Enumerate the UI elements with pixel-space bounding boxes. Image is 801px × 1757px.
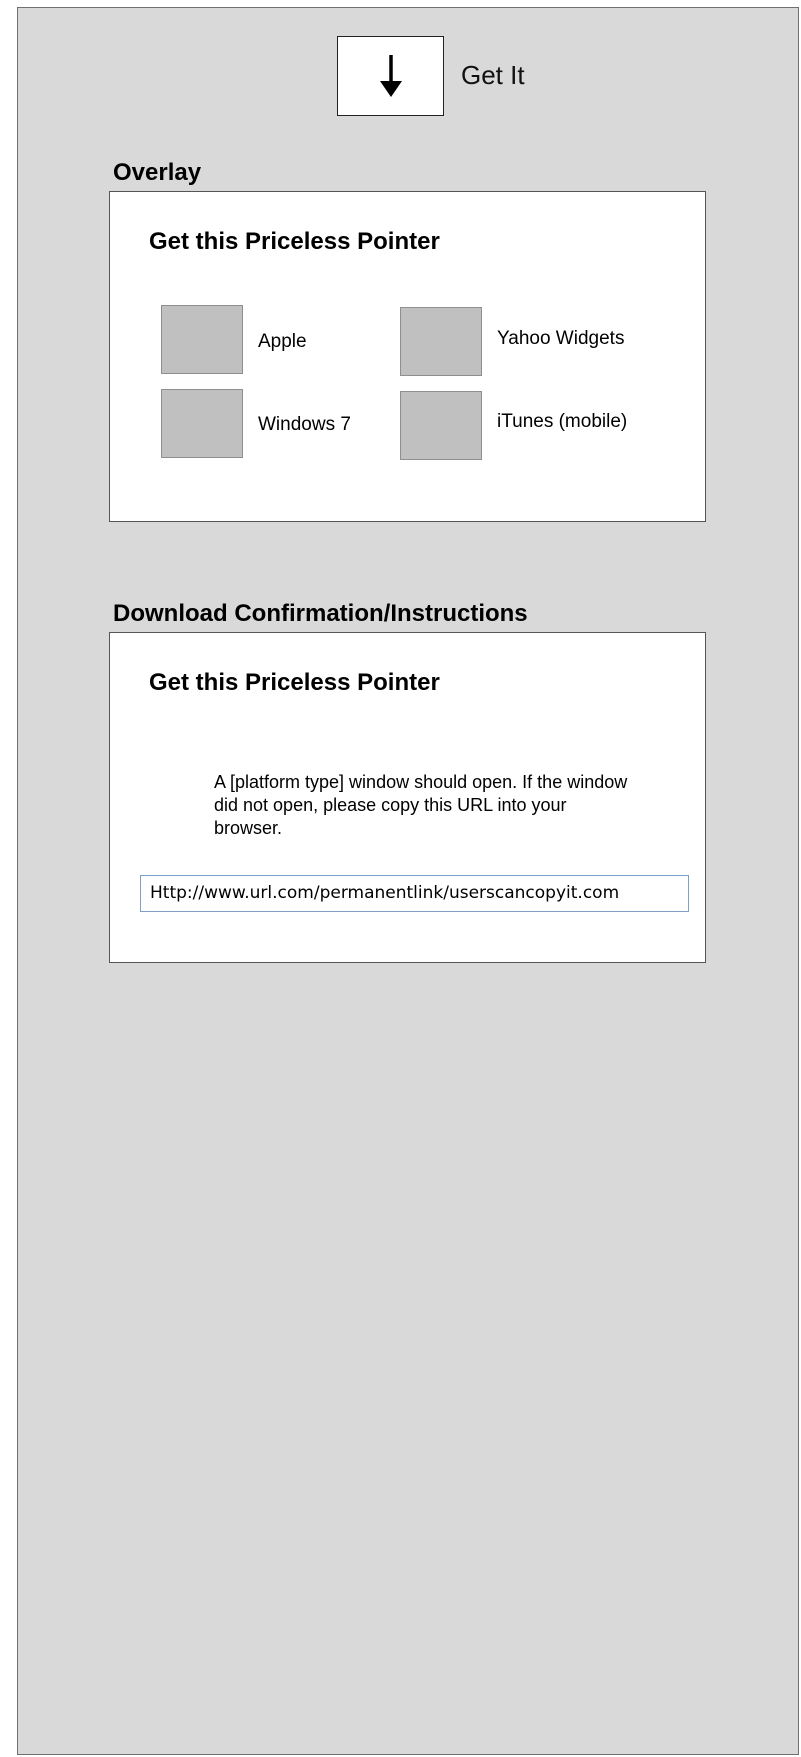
- windows-7-option-label[interactable]: Windows 7: [258, 414, 351, 436]
- get-it-button[interactable]: [337, 36, 444, 116]
- get-it-label[interactable]: Get It: [461, 60, 525, 91]
- wireframe-canvas: Get It Overlay Get this Priceless Pointe…: [17, 7, 799, 1755]
- confirmation-heading: Get this Priceless Pointer: [149, 669, 440, 696]
- url-field[interactable]: Http://www.url.com/permanentlink/usersca…: [140, 875, 689, 912]
- down-arrow-icon: [379, 55, 402, 97]
- overlay-heading: Get this Priceless Pointer: [149, 228, 440, 255]
- yahoo-widgets-thumbnail[interactable]: [400, 307, 482, 376]
- apple-thumbnail[interactable]: [161, 305, 243, 374]
- apple-option-label[interactable]: Apple: [258, 331, 307, 353]
- confirmation-section-title: Download Confirmation/Instructions: [113, 600, 528, 627]
- windows-7-thumbnail[interactable]: [161, 389, 243, 458]
- yahoo-widgets-option-label[interactable]: Yahoo Widgets: [497, 328, 624, 350]
- overlay-section-title: Overlay: [113, 159, 202, 186]
- confirmation-panel: Get this Priceless Pointer A [platform t…: [109, 632, 706, 963]
- instructions-text: A [platform type] window should open. If…: [214, 772, 628, 838]
- itunes-mobile-thumbnail[interactable]: [400, 391, 482, 460]
- overlay-panel: Get this Priceless Pointer Apple Yahoo W…: [109, 191, 706, 522]
- itunes-mobile-option-label[interactable]: iTunes (mobile): [497, 411, 627, 433]
